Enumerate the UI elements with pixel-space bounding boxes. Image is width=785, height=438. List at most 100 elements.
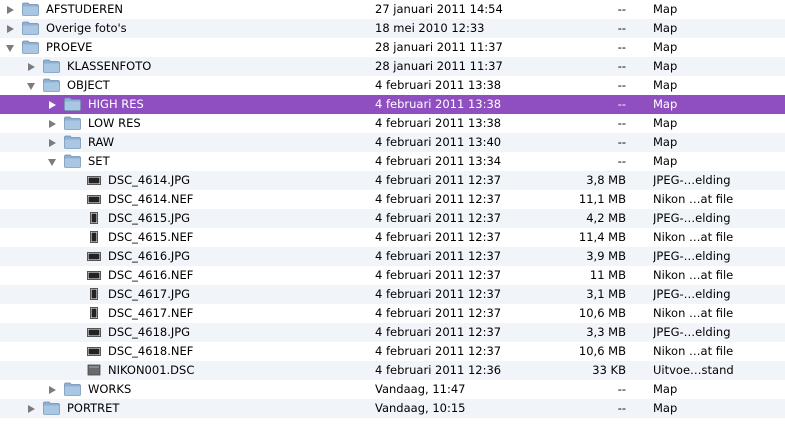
name-label: WORKS <box>88 382 132 396</box>
name-label: PROEVE <box>46 40 93 54</box>
document-icon <box>87 364 101 376</box>
file-kind: Map <box>653 21 678 35</box>
folder-icon <box>64 135 81 149</box>
name-label: SET <box>88 154 110 168</box>
file-row-dsc-4614-jpg[interactable]: DSC_4614.JPG 4 februari 2011 12:37 3,8 MB J… <box>0 171 785 190</box>
file-row-dsc-4616-jpg[interactable]: DSC_4616.JPG 4 februari 2011 12:37 3,9 MB J… <box>0 247 785 266</box>
folder-icon <box>64 116 81 130</box>
file-kind: Nikon …at file <box>653 230 734 244</box>
file-kind: Map <box>653 59 678 73</box>
file-kind: Nikon …at file <box>653 306 734 320</box>
file-kind: JPEG-…elding <box>653 249 731 263</box>
file-kind: Map <box>653 116 678 130</box>
file-row-dsc-4615-nef[interactable]: DSC_4615.NEF 4 februari 2011 12:37 11,4 MB… <box>0 228 785 247</box>
file-kind: JPEG-…elding <box>653 211 731 225</box>
file-row-dsc-4616-nef[interactable]: DSC_4616.NEF 4 februari 2011 12:37 11 MB Ni… <box>0 266 785 285</box>
name-label: RAW <box>88 135 115 149</box>
file-size: 4,2 MB <box>586 211 626 225</box>
disclosure-triangle-closed-icon[interactable] <box>49 139 56 147</box>
folder-icon <box>43 401 60 415</box>
name-label: DSC_4616.JPG <box>108 249 191 263</box>
file-kind: Map <box>653 40 678 54</box>
file-row-dsc-4618-nef[interactable]: DSC_4618.NEF 4 februari 2011 12:37 10,6 MB… <box>0 342 785 361</box>
folder-row-portret[interactable]: PORTRET Vandaag, 10:15 -- Map <box>0 399 785 418</box>
file-size: 11,1 MB <box>578 192 626 206</box>
file-row-dsc-4615-jpg[interactable]: DSC_4615.JPG 4 februari 2011 12:37 4,2 MB J… <box>0 209 785 228</box>
file-size: 11 MB <box>589 268 626 282</box>
disclosure-triangle-closed-icon[interactable] <box>49 120 56 128</box>
file-row-nikon001-dsc[interactable]: NIKON001.DSC 4 februari 2011 12:36 33 KB Ui… <box>0 361 785 380</box>
image-portrait-icon <box>87 307 101 319</box>
file-kind: Map <box>653 2 678 16</box>
file-size: -- <box>617 59 626 73</box>
file-size: -- <box>617 21 626 35</box>
file-size: -- <box>617 401 626 415</box>
disclosure-triangle-open-icon[interactable] <box>48 159 56 166</box>
folder-row-klassenfoto[interactable]: KLASSENFOTO 28 januari 2011 11:37 -- Map <box>0 57 785 76</box>
file-kind: Nikon …at file <box>653 192 734 206</box>
folder-icon <box>64 382 81 396</box>
name-label: DSC_4614.JPG <box>108 173 191 187</box>
file-size: -- <box>617 2 626 16</box>
name-label: DSC_4615.JPG <box>108 211 191 225</box>
folder-row-proeve[interactable]: PROEVE 28 januari 2011 11:37 -- Map <box>0 38 785 57</box>
file-row-dsc-4617-nef[interactable]: DSC_4617.NEF 4 februari 2011 12:37 10,6 MB… <box>0 304 785 323</box>
disclosure-triangle-closed-icon[interactable] <box>28 63 35 71</box>
file-kind: JPEG-…elding <box>653 173 731 187</box>
file-size: 33 KB <box>592 363 626 377</box>
name-label: DSC_4616.NEF <box>108 268 194 282</box>
image-landscape-icon <box>87 269 101 281</box>
folder-row-raw[interactable]: RAW 4 februari 2011 13:40 -- Map <box>0 133 785 152</box>
disclosure-triangle-open-icon[interactable] <box>6 45 14 52</box>
file-list: AFSTUDEREN 27 januari 2011 14:54 -- Map Over… <box>0 0 785 418</box>
file-size: 3,9 MB <box>586 249 626 263</box>
folder-icon <box>43 78 60 92</box>
name-label: DSC_4615.NEF <box>108 230 194 244</box>
file-size: 11,4 MB <box>578 230 626 244</box>
file-size: -- <box>617 78 626 92</box>
folder-row-low-res[interactable]: LOW RES 4 februari 2011 13:38 -- Map <box>0 114 785 133</box>
image-landscape-icon <box>87 345 101 357</box>
folder-row-set[interactable]: SET 4 februari 2011 13:34 -- Map <box>0 152 785 171</box>
file-size: -- <box>617 154 626 168</box>
file-kind: JPEG-…elding <box>653 325 731 339</box>
file-size: 10,6 MB <box>578 306 626 320</box>
disclosure-triangle-closed-icon[interactable] <box>49 386 56 394</box>
image-landscape-icon <box>87 326 101 338</box>
folder-row-overige-foto-s[interactable]: Overige foto's 18 mei 2010 12:33 -- Map <box>0 19 785 38</box>
file-size: 10,6 MB <box>578 344 626 358</box>
disclosure-triangle-closed-icon[interactable] <box>49 101 56 109</box>
file-kind: Map <box>653 78 678 92</box>
image-portrait-icon <box>87 288 101 300</box>
folder-icon <box>64 97 81 111</box>
folder-icon <box>22 21 39 35</box>
file-kind: Map <box>653 97 678 111</box>
disclosure-triangle-closed-icon[interactable] <box>28 405 35 413</box>
disclosure-triangle-open-icon[interactable] <box>27 83 35 90</box>
name-label: Overige foto's <box>46 21 127 35</box>
file-row-dsc-4614-nef[interactable]: DSC_4614.NEF 4 februari 2011 12:37 11,1 MB… <box>0 190 785 209</box>
file-kind: JPEG-…elding <box>653 287 731 301</box>
disclosure-triangle-closed-icon[interactable] <box>7 6 14 14</box>
folder-row-works[interactable]: WORKS Vandaag, 11:47 -- Map <box>0 380 785 399</box>
file-kind: Nikon …at file <box>653 344 734 358</box>
name-label: DSC_4617.JPG <box>108 287 191 301</box>
disclosure-triangle-closed-icon[interactable] <box>7 25 14 33</box>
folder-icon <box>22 40 39 54</box>
file-row-dsc-4618-jpg[interactable]: DSC_4618.JPG 4 februari 2011 12:37 3,3 MB J… <box>0 323 785 342</box>
file-row-dsc-4617-jpg[interactable]: DSC_4617.JPG 4 februari 2011 12:37 3,1 MB J… <box>0 285 785 304</box>
file-size: -- <box>617 116 626 130</box>
file-kind: Map <box>653 154 678 168</box>
name-label: OBJECT <box>67 78 110 92</box>
name-label: NIKON001.DSC <box>108 363 195 377</box>
image-landscape-icon <box>87 250 101 262</box>
folder-row-object[interactable]: OBJECT 4 februari 2011 13:38 -- Map <box>0 76 785 95</box>
image-landscape-icon <box>87 193 101 205</box>
folder-row-afstuderen[interactable]: AFSTUDEREN 27 januari 2011 14:54 -- Map <box>0 0 785 19</box>
file-kind: Map <box>653 401 678 415</box>
folder-row-high-res[interactable]: HIGH RES 4 februari 2011 13:38 -- Map <box>0 95 785 114</box>
file-kind: Nikon …at file <box>653 268 734 282</box>
folder-icon <box>43 59 60 73</box>
file-size: -- <box>617 135 626 149</box>
name-label: PORTRET <box>67 401 120 415</box>
